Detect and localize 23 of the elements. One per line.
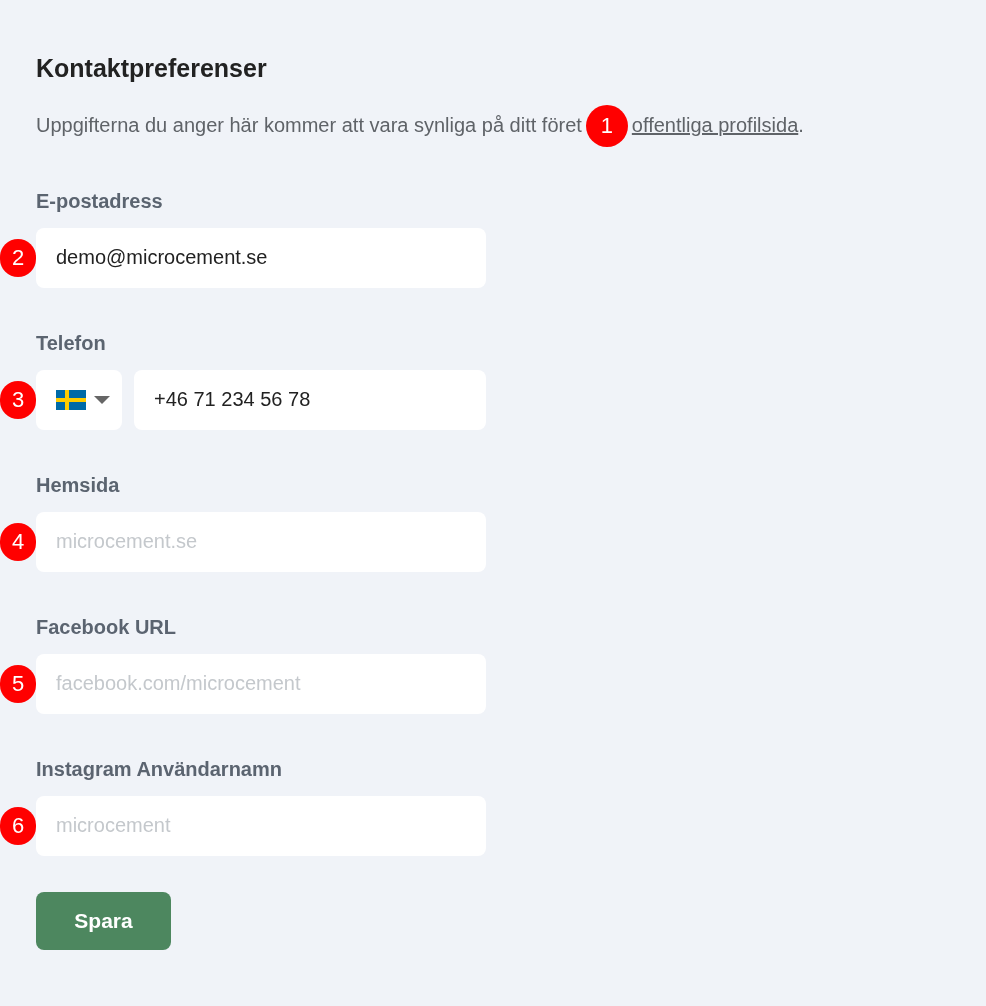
- number-marker: 6: [0, 806, 36, 845]
- period-text: .: [798, 113, 804, 136]
- country-select[interactable]: [36, 369, 122, 430]
- number-marker: 4: [0, 522, 36, 561]
- sweden-flag-icon: [56, 389, 86, 410]
- number-marker: 3: [0, 380, 36, 419]
- public-profile-link[interactable]: offentliga profilsida: [631, 113, 799, 136]
- number-marker: 1: [585, 105, 628, 148]
- section-heading: Kontaktpreferenser: [36, 53, 268, 84]
- field-label: Telefon: [36, 330, 107, 356]
- number-marker: 2: [0, 238, 36, 277]
- field-label: Hemsida: [36, 472, 121, 498]
- caret-icon: [94, 395, 110, 404]
- input-field[interactable]: facebook.com/microcement: [36, 653, 486, 714]
- input-field[interactable]: microcement.se: [36, 511, 486, 572]
- input-field[interactable]: microcement: [36, 795, 486, 856]
- field-label: Facebook URL: [36, 614, 178, 640]
- field-label: E-postadress: [36, 188, 164, 214]
- input-field[interactable]: demo@microcement.se: [36, 227, 486, 288]
- number-marker: 5: [0, 664, 36, 703]
- field-label: Instagram Användarnamn: [36, 756, 283, 782]
- save-button[interactable]: Spara: [36, 891, 171, 950]
- phone-field[interactable]: +46 71 234 56 78: [134, 369, 486, 430]
